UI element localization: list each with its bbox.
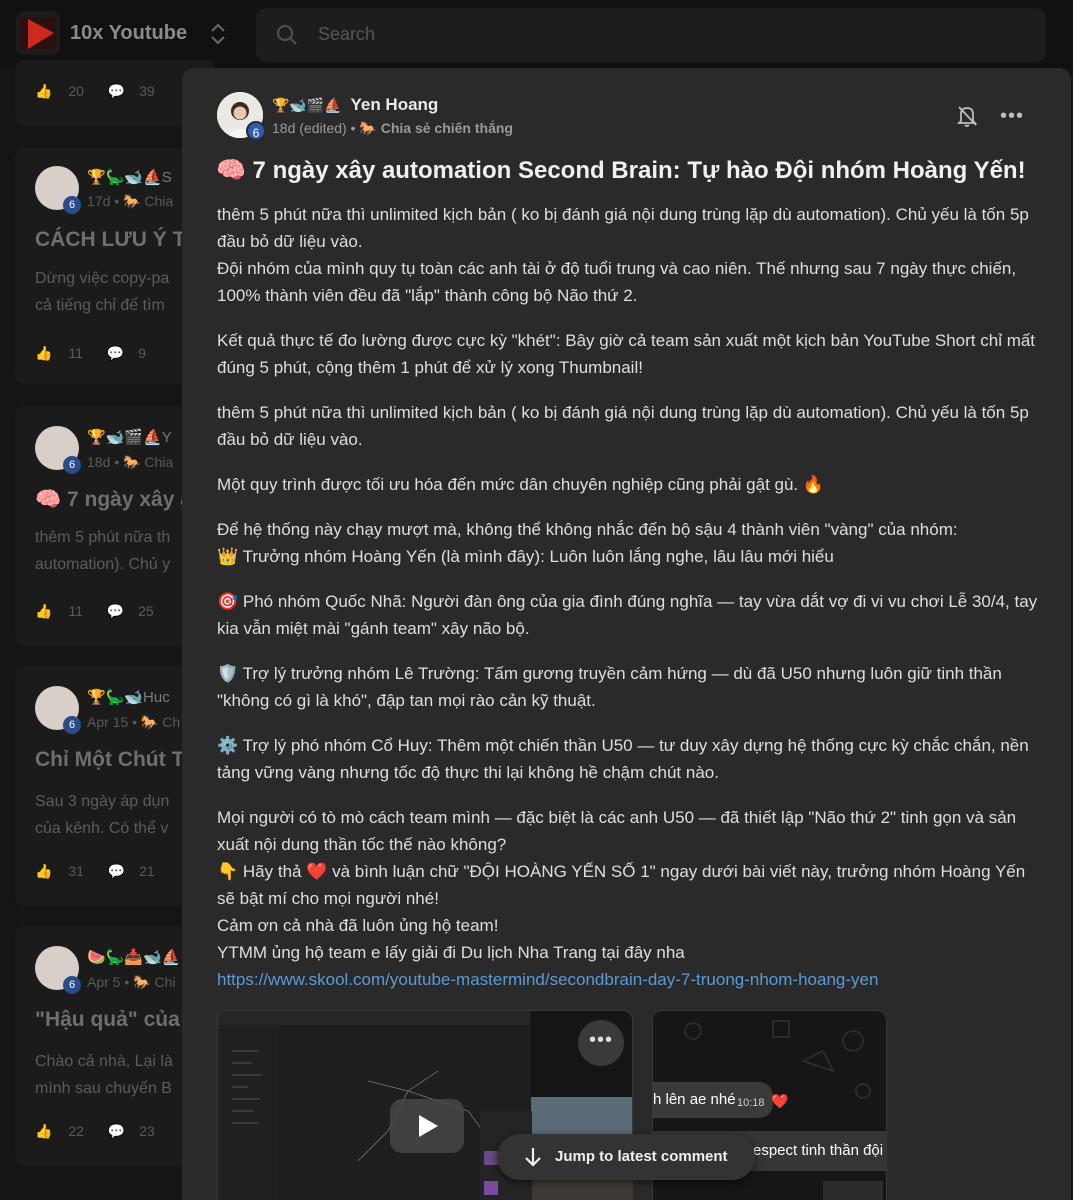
app-logo[interactable] bbox=[16, 11, 60, 55]
post-title: 🧠 7 ngày xây automation Second Brain: Tự… bbox=[216, 157, 1026, 184]
level-badge: 6 bbox=[63, 716, 81, 734]
comment-icon[interactable]: 💬 bbox=[107, 603, 124, 620]
heart-icon: ❤️ bbox=[771, 1093, 789, 1109]
post-line: ⚙️ Trợ lý phó nhóm Cổ Huy: Thêm một chiế… bbox=[217, 736, 1029, 782]
card-excerpt-line: thêm 5 phút nữa th bbox=[35, 529, 171, 546]
card-title[interactable]: Chỉ Một Chút T bbox=[35, 748, 184, 772]
post-link[interactable]: https://www.skool.com/youtube-mastermind… bbox=[217, 970, 878, 989]
top-bar: 10x Youtube Search bbox=[0, 0, 1073, 68]
post-modal: 6 🏆🐋🎬⛵ Yen Hoang 18d (edited) • 🐎 Chia s… bbox=[182, 68, 1071, 1200]
card-author: 🏆🐋🎬⛵Y bbox=[87, 429, 172, 446]
like-icon[interactable]: 👍 bbox=[35, 345, 52, 362]
level-badge: 6 bbox=[63, 976, 81, 994]
like-icon[interactable]: 👍 bbox=[35, 603, 52, 620]
page: 10x Youtube Search 👍 20 💬 39 6 🏆🦕🐋⛵S 17d… bbox=[0, 0, 1073, 1200]
card-meta: Apr 5 • 🐎 Chi bbox=[87, 974, 176, 990]
post-line: 👑 Trưởng nhóm Hoàng Yến (là mình đây): L… bbox=[217, 547, 834, 566]
post-line: thêm 5 phút nữa thì unlimited kịch bản (… bbox=[217, 205, 1029, 251]
search-bar[interactable]: Search bbox=[256, 8, 1046, 62]
card-meta: Apr 15 • 🐎 Ch bbox=[87, 714, 181, 730]
play-icon[interactable] bbox=[390, 1099, 464, 1153]
comment-icon[interactable]: 💬 bbox=[108, 83, 125, 100]
card-excerpt-line: Dừng việc copy-pa bbox=[35, 270, 170, 287]
card-stats: 👍 20 💬 39 bbox=[35, 82, 155, 100]
card-stats: 👍 22 💬 23 bbox=[35, 1122, 155, 1140]
card-author: 🍉🦕📥🐋⛵ bbox=[87, 949, 181, 966]
level-badge: 6 bbox=[246, 121, 266, 141]
post-line: Để hệ thống này chạy mượt mà, không thể … bbox=[217, 520, 958, 539]
post-body: thêm 5 phút nữa thì unlimited kịch bản (… bbox=[217, 201, 1042, 993]
comment-count: 39 bbox=[139, 83, 155, 100]
post-line: 👇 Hãy thả ❤️ và bình luận chữ "ĐỘI HOÀNG… bbox=[217, 862, 1026, 908]
more-options-icon[interactable]: ••• bbox=[1000, 106, 1024, 126]
card-excerpt-line: Chào cả nhà, Lại là bbox=[35, 1053, 173, 1070]
bell-off-icon[interactable] bbox=[956, 104, 978, 128]
youtube-logo-icon bbox=[20, 17, 56, 49]
search-input[interactable]: Search bbox=[318, 24, 375, 45]
level-badge: 6 bbox=[63, 456, 81, 474]
level-badge: 6 bbox=[63, 196, 81, 214]
post-line: Cảm ơn cả nhà đã luôn ủng hộ team! bbox=[217, 916, 499, 935]
card-stats: 👍 31 💬 21 bbox=[35, 862, 155, 880]
group-switcher-icon[interactable] bbox=[206, 20, 230, 48]
post-line: YTMM ủng hộ team e lấy giải đi Du lịch N… bbox=[217, 943, 685, 962]
chat-text: h lên ae nhé bbox=[653, 1091, 736, 1108]
card-stats: 👍 11 💬 9 bbox=[35, 344, 146, 362]
post-line: Một quy trình được tối ưu hóa đến mức dâ… bbox=[217, 475, 825, 494]
post-line: Mọi người có tò mò cách team mình — đặc … bbox=[217, 808, 1017, 854]
card-stats: 👍 11 💬 25 bbox=[35, 602, 154, 620]
post-line: Đội nhóm của mình quy tụ toàn các anh tà… bbox=[217, 259, 1017, 305]
search-icon bbox=[276, 24, 297, 45]
card-meta: 18d • 🐎 Chia bbox=[87, 454, 174, 470]
author-badges: 🏆🐋🎬⛵ bbox=[272, 97, 342, 113]
card-author: 🏆🦕🐋⛵S bbox=[87, 169, 172, 186]
arrow-down-icon bbox=[525, 1148, 541, 1167]
like-icon[interactable]: 👍 bbox=[35, 863, 52, 880]
like-count: 20 bbox=[68, 83, 84, 100]
post-line: 🛡️ Trợ lý trưởng nhóm Lê Trường: Tấm gươ… bbox=[217, 664, 1002, 710]
jump-label: Jump to latest comment bbox=[555, 1148, 728, 1165]
card-title[interactable]: CÁCH LƯU Ý T bbox=[35, 228, 185, 252]
post-category[interactable]: 🐎 Chia sẻ chiến thắng bbox=[359, 120, 513, 136]
card-excerpt-line: automation). Chủ y bbox=[35, 556, 171, 573]
comment-icon[interactable]: 💬 bbox=[107, 345, 124, 362]
post-line: thêm 5 phút nữa thì unlimited kịch bản (… bbox=[217, 403, 1029, 449]
post-line: 🎯 Phó nhóm Quốc Nhã: Người đàn ông của g… bbox=[217, 592, 1038, 638]
comment-icon[interactable]: 💬 bbox=[108, 863, 125, 880]
post-line: Kết quả thực tế đo lường được cực kỳ "kh… bbox=[217, 331, 1036, 377]
app-name[interactable]: 10x Youtube bbox=[70, 22, 187, 45]
jump-to-latest-comment-button[interactable]: Jump to latest comment bbox=[497, 1134, 755, 1180]
card-title[interactable]: "Hậu quả" của bbox=[35, 1008, 180, 1032]
like-icon[interactable]: 👍 bbox=[35, 83, 52, 100]
post-meta: 18d (edited) • 🐎 Chia sẻ chiến thắng bbox=[272, 120, 513, 136]
card-excerpt-line: của kênh. Có thể v bbox=[35, 820, 169, 837]
comment-icon[interactable]: 💬 bbox=[108, 1123, 125, 1140]
chat-time: 10:18 bbox=[737, 1097, 765, 1109]
chat-text: espect tinh thần đội bbox=[753, 1142, 884, 1159]
video-more-icon[interactable]: ••• bbox=[578, 1020, 624, 1066]
post-time: 18d (edited) bbox=[272, 120, 347, 136]
card-author: 🏆🦕🐋Huc bbox=[87, 689, 170, 706]
card-meta: 17d • 🐎 Chia bbox=[87, 193, 174, 209]
like-icon[interactable]: 👍 bbox=[35, 1123, 52, 1140]
card-excerpt-line: mình sau chuyến B bbox=[35, 1080, 172, 1097]
card-excerpt-line: cả tiếng chỉ để tìm bbox=[35, 297, 165, 314]
card-title[interactable]: 🧠 7 ngày xây a bbox=[35, 488, 192, 512]
author-name[interactable]: Yen Hoang bbox=[350, 95, 438, 114]
card-excerpt-line: Sau 3 ngày áp dụn bbox=[35, 793, 170, 810]
author-line: 🏆🐋🎬⛵ Yen Hoang bbox=[272, 95, 438, 115]
